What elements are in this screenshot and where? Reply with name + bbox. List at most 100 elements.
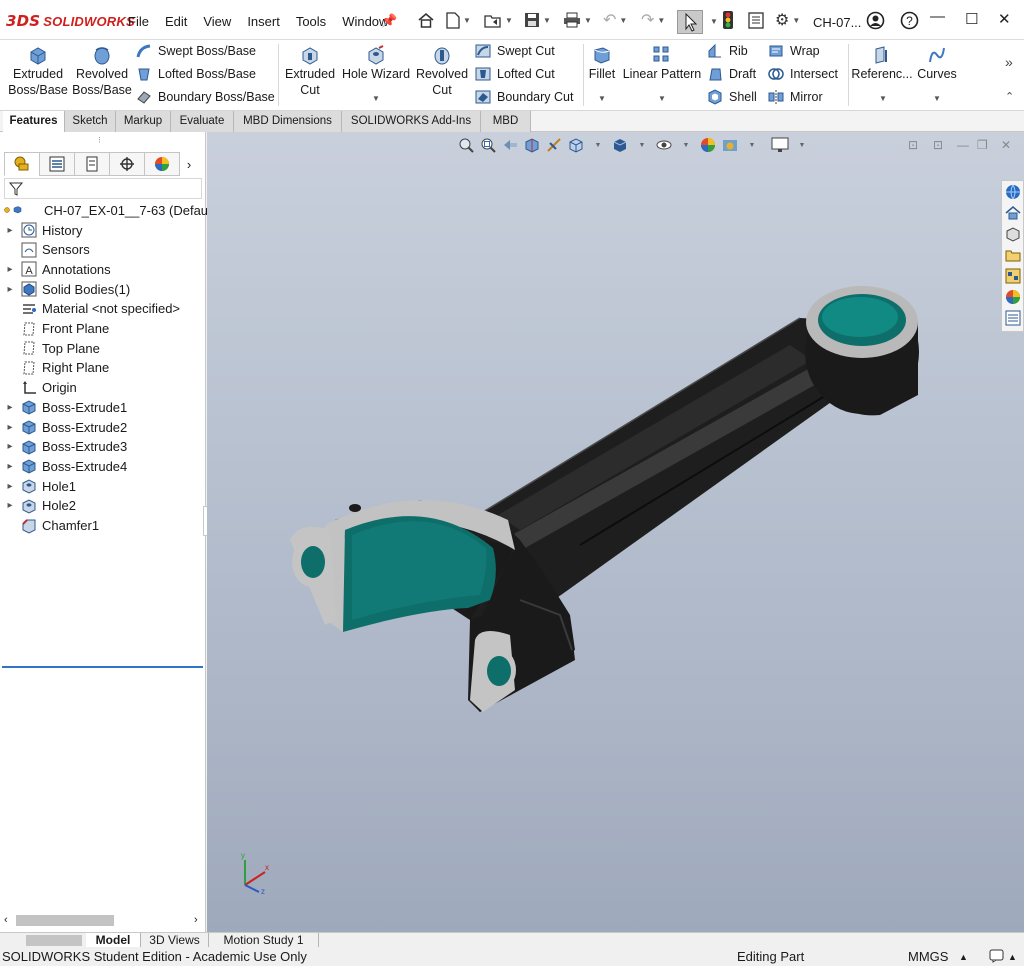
- select-icon[interactable]: [677, 10, 703, 34]
- redo-icon[interactable]: ↷ ▼: [641, 9, 665, 31]
- appearances-icon[interactable]: [1004, 288, 1022, 306]
- tree-item[interactable]: Front Plane: [0, 319, 109, 339]
- file-properties-icon[interactable]: [748, 9, 764, 31]
- expand-arrow-icon[interactable]: ▸: [4, 264, 16, 275]
- tree-item[interactable]: ▸ Boss-Extrude4: [0, 456, 127, 476]
- tree-item[interactable]: ▸ History: [0, 220, 82, 240]
- design-library-icon[interactable]: [1004, 225, 1022, 243]
- tree-item[interactable]: ▸ Boss-Extrude2: [0, 417, 127, 437]
- tab-solidworks-addins[interactable]: SOLIDWORKS Add-Ins: [342, 111, 481, 132]
- options-icon[interactable]: ⚙ ▼: [775, 9, 800, 31]
- intersect-button[interactable]: Intersect: [767, 66, 838, 82]
- panel-grip-icon[interactable]: ⁝: [98, 135, 101, 146]
- expand-arrow-icon[interactable]: ▸: [4, 225, 16, 236]
- tab-model[interactable]: Model: [86, 933, 141, 948]
- mirror-button[interactable]: Mirror: [767, 89, 823, 105]
- tree-rollback-bar[interactable]: [2, 666, 203, 668]
- units-dropdown-icon[interactable]: ▲: [959, 952, 968, 962]
- print-icon[interactable]: ▼: [563, 9, 592, 31]
- menu-tools[interactable]: Tools: [288, 14, 334, 29]
- boundary-cut-button[interactable]: Boundary Cut: [474, 89, 573, 105]
- notifications-icon[interactable]: [989, 949, 1005, 966]
- revolved-cut-button[interactable]: Revolved Cut: [414, 43, 470, 98]
- shell-button[interactable]: Shell: [706, 89, 757, 105]
- tree-item[interactable]: Chamfer1: [0, 516, 99, 536]
- tab-mbd-dimensions[interactable]: MBD Dimensions: [234, 111, 342, 132]
- panel-more-icon[interactable]: ›: [179, 152, 199, 176]
- close-icon[interactable]: ✕: [998, 10, 1011, 28]
- help-icon[interactable]: ?: [900, 9, 919, 31]
- menu-insert[interactable]: Insert: [239, 14, 288, 29]
- expand-arrow-icon[interactable]: ▸: [4, 422, 16, 433]
- hole-wizard-button[interactable]: Hole Wizard: [340, 43, 412, 82]
- ribbon-collapse-icon[interactable]: ⌃: [1005, 90, 1014, 103]
- tree-item[interactable]: Sensors: [0, 240, 90, 260]
- tab-mbd[interactable]: MBD: [481, 111, 531, 132]
- scroll-left-icon[interactable]: ‹: [4, 914, 8, 926]
- tree-root-part[interactable]: CH-07_EX-01__7-63 (Defau: [4, 200, 208, 220]
- tab-motion-study[interactable]: Motion Study 1: [209, 933, 319, 948]
- boundary-boss-button[interactable]: Boundary Boss/Base: [135, 89, 275, 105]
- tree-item[interactable]: Right Plane: [0, 358, 109, 378]
- tree-item[interactable]: Origin: [0, 378, 77, 398]
- ribbon-more-icon[interactable]: »: [1005, 54, 1013, 70]
- undo-icon[interactable]: ↶ ▼: [603, 9, 627, 31]
- expand-arrow-icon[interactable]: ▸: [4, 461, 16, 472]
- draft-button[interactable]: Draft: [706, 66, 756, 82]
- curves-button[interactable]: Curves: [914, 43, 960, 82]
- tab-evaluate[interactable]: Evaluate: [171, 111, 234, 132]
- tree-item[interactable]: Top Plane: [0, 338, 100, 358]
- reference-geometry-button[interactable]: Referenc...: [851, 43, 913, 82]
- swept-boss-button[interactable]: Swept Boss/Base: [135, 43, 256, 59]
- panel-horizontal-scrollbar[interactable]: ‹ ›: [4, 912, 202, 928]
- tree-item[interactable]: ▸ A Annotations: [0, 259, 111, 279]
- connecting-rod-model[interactable]: [207, 132, 1024, 932]
- home-icon[interactable]: [417, 9, 435, 31]
- fillet-button[interactable]: Fillet: [586, 43, 618, 82]
- scrollbar-thumb[interactable]: [16, 915, 114, 926]
- file-explorer-icon[interactable]: [1004, 246, 1022, 264]
- tree-item[interactable]: ▸ Hole1: [0, 476, 76, 496]
- minimize-icon[interactable]: —: [930, 8, 945, 25]
- configuration-manager-icon[interactable]: [74, 152, 110, 176]
- tab-features[interactable]: Features: [3, 111, 65, 132]
- menu-file[interactable]: File: [120, 14, 157, 29]
- view-palette-icon[interactable]: [1004, 267, 1022, 285]
- tree-item[interactable]: ▸ Boss-Extrude3: [0, 437, 127, 457]
- tree-item[interactable]: Material <not specified>: [0, 299, 180, 319]
- expand-arrow-icon[interactable]: ▸: [4, 402, 16, 413]
- expand-arrow-icon[interactable]: ▸: [4, 284, 16, 295]
- lofted-boss-button[interactable]: Lofted Boss/Base: [135, 66, 256, 82]
- home-task-icon[interactable]: [1004, 204, 1022, 222]
- tree-item[interactable]: ▸ Hole2: [0, 496, 76, 516]
- extruded-boss-button[interactable]: Extruded Boss/Base: [6, 43, 70, 98]
- pin-menu-icon[interactable]: 📌: [381, 13, 397, 29]
- expand-arrow-icon[interactable]: ▸: [4, 481, 16, 492]
- menu-view[interactable]: View: [195, 14, 239, 29]
- lofted-cut-button[interactable]: Lofted Cut: [474, 66, 555, 82]
- linear-pattern-button[interactable]: Linear Pattern: [620, 43, 704, 82]
- tree-filter-field[interactable]: [4, 178, 202, 199]
- revolved-boss-button[interactable]: Revolved Boss/Base: [72, 43, 132, 98]
- tree-item[interactable]: ▸ Solid Bodies(1): [0, 279, 130, 299]
- open-icon[interactable]: ▼: [484, 9, 513, 31]
- menu-edit[interactable]: Edit: [157, 14, 195, 29]
- new-document-icon[interactable]: ▼: [446, 9, 471, 31]
- tab-scroll-arrows[interactable]: [26, 935, 82, 946]
- scroll-right-icon[interactable]: ›: [194, 914, 198, 926]
- dimxpert-icon[interactable]: [109, 152, 145, 176]
- extruded-cut-button[interactable]: Extruded Cut: [281, 43, 339, 98]
- tab-markup[interactable]: Markup: [116, 111, 171, 132]
- display-manager-icon[interactable]: [144, 152, 180, 176]
- wrap-button[interactable]: Wrap: [767, 43, 820, 59]
- tab-3d-views[interactable]: 3D Views: [141, 933, 209, 948]
- rebuild-icon[interactable]: [722, 9, 734, 31]
- tree-item[interactable]: ▸ Boss-Extrude1: [0, 397, 127, 417]
- units-status[interactable]: MMGS: [908, 949, 948, 964]
- expand-arrow-icon[interactable]: ▸: [4, 441, 16, 452]
- tab-sketch[interactable]: Sketch: [65, 111, 116, 132]
- swept-cut-button[interactable]: Swept Cut: [474, 43, 555, 59]
- maximize-icon[interactable]: ☐: [965, 10, 978, 28]
- account-icon[interactable]: [866, 9, 885, 31]
- property-manager-icon[interactable]: [39, 152, 75, 176]
